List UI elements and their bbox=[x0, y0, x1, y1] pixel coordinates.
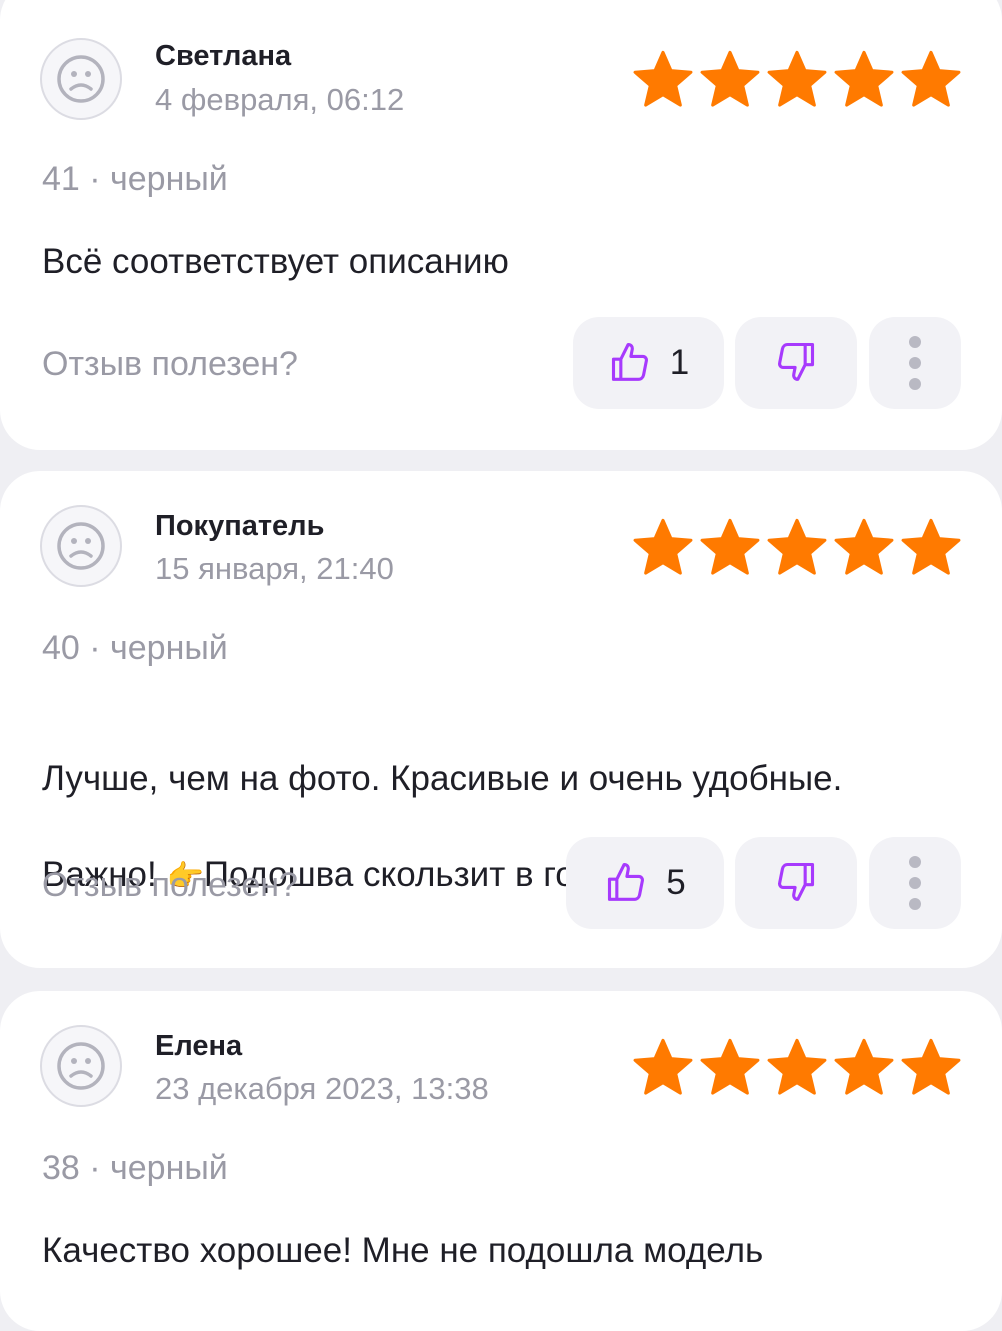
star-icon bbox=[767, 1038, 827, 1095]
review-card: Светлана 4 февраля, 06:12 41 · черный Вс… bbox=[0, 0, 1002, 450]
sad-face-icon bbox=[57, 522, 105, 570]
sad-face-icon bbox=[57, 55, 105, 103]
review-card: Покупатель 15 января, 21:40 40 · черный … bbox=[0, 471, 1002, 968]
star-icon bbox=[834, 1038, 894, 1095]
star-icon bbox=[834, 518, 894, 575]
star-icon bbox=[767, 50, 827, 107]
avatar bbox=[40, 1025, 122, 1107]
rating-stars bbox=[632, 50, 962, 110]
star-icon bbox=[901, 50, 961, 107]
star-icon bbox=[834, 50, 894, 107]
more-vertical-icon bbox=[909, 856, 921, 910]
review-text-line: Лучше, чем на фото. Красивые и очень удо… bbox=[42, 759, 843, 798]
star-icon bbox=[700, 1038, 760, 1095]
avatar bbox=[40, 38, 122, 120]
thumbs-up-icon bbox=[604, 859, 648, 908]
like-button[interactable]: 1 bbox=[573, 317, 724, 409]
star-icon bbox=[633, 518, 693, 575]
thumbs-up-icon bbox=[608, 339, 652, 388]
review-variant: 38 · черный bbox=[42, 1149, 228, 1187]
review-author: Елена bbox=[155, 1030, 243, 1062]
helpful-question: Отзыв полезен? bbox=[42, 866, 298, 904]
like-button[interactable]: 5 bbox=[566, 837, 724, 929]
review-variant: 41 · черный bbox=[42, 160, 228, 198]
rating-stars bbox=[632, 1038, 962, 1098]
review-text: Качество хорошее! Мне не подошла модель bbox=[42, 1231, 764, 1270]
rating-stars bbox=[632, 518, 962, 578]
review-card: Елена 23 декабря 2023, 13:38 38 · черный… bbox=[0, 991, 1002, 1331]
more-options-button[interactable] bbox=[869, 837, 961, 929]
review-author: Светлана bbox=[155, 40, 292, 72]
star-icon bbox=[767, 518, 827, 575]
thumbs-down-icon bbox=[774, 339, 818, 388]
thumbs-down-icon bbox=[774, 859, 818, 908]
review-author: Покупатель bbox=[155, 510, 325, 542]
star-icon bbox=[901, 518, 961, 575]
review-date: 15 января, 21:40 bbox=[155, 551, 394, 586]
dislike-button[interactable] bbox=[735, 837, 857, 929]
star-icon bbox=[700, 518, 760, 575]
sad-face-icon bbox=[57, 1042, 105, 1090]
star-icon bbox=[700, 50, 760, 107]
review-text: Всё соответствует описанию bbox=[42, 242, 509, 281]
dislike-button[interactable] bbox=[735, 317, 857, 409]
star-icon bbox=[901, 1038, 961, 1095]
review-variant: 40 · черный bbox=[42, 629, 228, 667]
more-vertical-icon bbox=[909, 336, 921, 390]
helpful-question: Отзыв полезен? bbox=[42, 345, 298, 383]
more-options-button[interactable] bbox=[869, 317, 961, 409]
review-date: 4 февраля, 06:12 bbox=[155, 82, 405, 117]
review-date: 23 декабря 2023, 13:38 bbox=[155, 1071, 489, 1106]
star-icon bbox=[633, 1038, 693, 1095]
like-count: 1 bbox=[669, 343, 690, 382]
star-icon bbox=[633, 50, 693, 107]
like-count: 5 bbox=[666, 863, 686, 902]
avatar bbox=[40, 505, 122, 587]
